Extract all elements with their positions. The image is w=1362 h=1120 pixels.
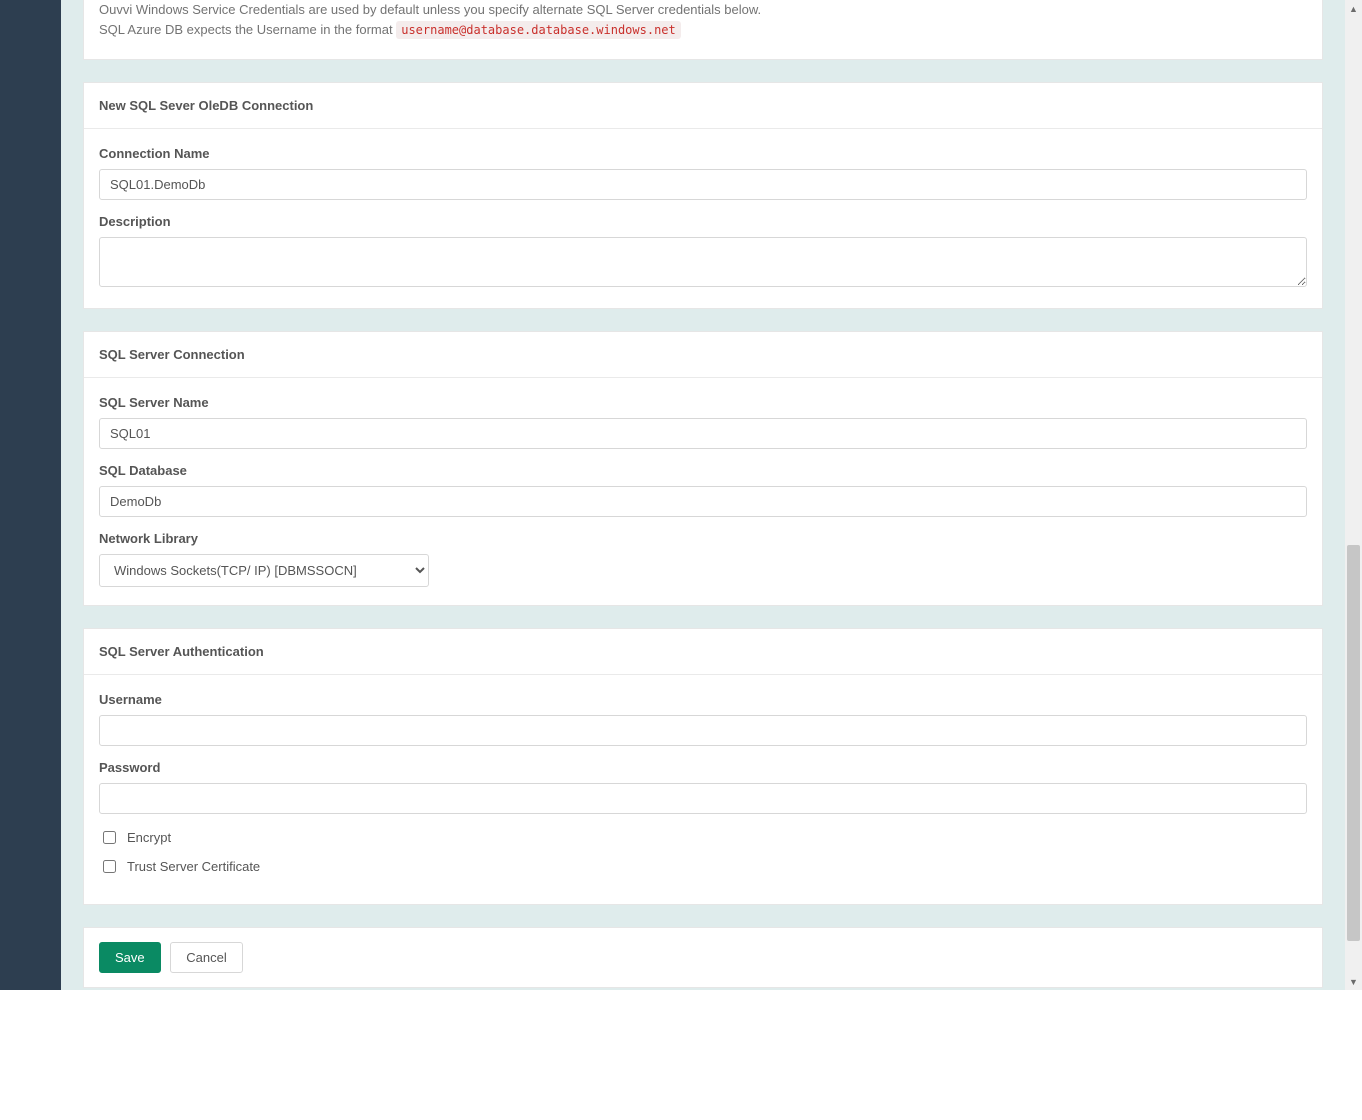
panel-new-connection: New SQL Sever OleDB Connection Connectio… <box>83 82 1323 309</box>
main-content: Ouvvi Windows Service Credentials are us… <box>61 0 1345 990</box>
cancel-button[interactable]: Cancel <box>170 942 242 973</box>
intro-panel: Ouvvi Windows Service Credentials are us… <box>83 0 1323 60</box>
vertical-scrollbar[interactable]: ▲ ▼ <box>1345 0 1362 990</box>
username-input[interactable] <box>99 715 1307 746</box>
sidebar <box>0 0 61 990</box>
panel-sql-auth-title: SQL Server Authentication <box>84 629 1322 675</box>
encrypt-label: Encrypt <box>127 830 171 845</box>
server-name-label: SQL Server Name <box>99 395 1307 410</box>
trust-cert-label: Trust Server Certificate <box>127 859 260 874</box>
save-button[interactable]: Save <box>99 942 161 973</box>
panel-sql-server-connection: SQL Server Connection SQL Server Name SQ… <box>83 331 1323 606</box>
username-label: Username <box>99 692 1307 707</box>
connection-name-label: Connection Name <box>99 146 1307 161</box>
password-input[interactable] <box>99 783 1307 814</box>
description-textarea[interactable] <box>99 237 1307 287</box>
intro-line-2: SQL Azure DB expects the Username in the… <box>99 20 1307 40</box>
network-library-select[interactable]: Windows Sockets(TCP/ IP) [DBMSSOCN] <box>99 554 429 587</box>
database-input[interactable] <box>99 486 1307 517</box>
panel-new-connection-title: New SQL Sever OleDB Connection <box>84 83 1322 129</box>
server-name-input[interactable] <box>99 418 1307 449</box>
database-label: SQL Database <box>99 463 1307 478</box>
intro-code-sample: username@database.database.windows.net <box>396 21 681 39</box>
scrollbar-up-icon[interactable]: ▲ <box>1345 0 1362 17</box>
trust-cert-checkbox[interactable] <box>103 860 116 873</box>
intro-line-2-prefix: SQL Azure DB expects the Username in the… <box>99 22 396 37</box>
network-library-label: Network Library <box>99 531 1307 546</box>
description-label: Description <box>99 214 1307 229</box>
panel-actions: Save Cancel <box>83 927 1323 988</box>
password-label: Password <box>99 760 1307 775</box>
scrollbar-down-icon[interactable]: ▼ <box>1345 973 1362 990</box>
intro-line-1: Ouvvi Windows Service Credentials are us… <box>99 0 1307 20</box>
scrollbar-thumb[interactable] <box>1347 545 1360 941</box>
panel-sql-server-connection-title: SQL Server Connection <box>84 332 1322 378</box>
connection-name-input[interactable] <box>99 169 1307 200</box>
panel-sql-auth: SQL Server Authentication Username Passw… <box>83 628 1323 905</box>
encrypt-checkbox[interactable] <box>103 831 116 844</box>
